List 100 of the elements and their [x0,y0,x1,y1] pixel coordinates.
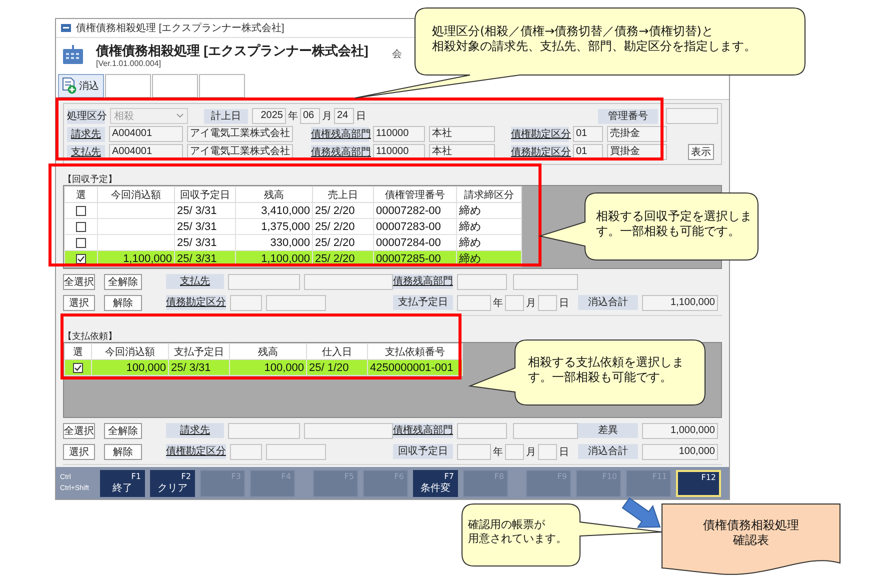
action-button[interactable]: 選択 [63,294,95,310]
table-header: 選 [64,186,98,202]
checkbox[interactable] [73,362,83,372]
table-header: 売上日 [312,186,374,202]
action-button[interactable]: 全選択 [63,274,95,290]
version-label: [Ver.1.01.000.004] [96,59,162,68]
input-field[interactable] [457,444,491,460]
function-key[interactable]: F12 [676,470,721,496]
input-field[interactable] [512,274,578,290]
checkbox[interactable] [76,206,86,216]
callout-text: 相殺する回収予定を選択します。一部相殺も可能です。 [596,209,753,239]
table-cell: 締め [456,218,522,234]
lookup-link[interactable]: 債権勘定区分 [166,444,226,459]
input-field[interactable]: 24 [334,108,354,124]
input-field[interactable] [512,422,578,438]
input-field[interactable] [457,294,491,310]
table-header: 回収予定日 [174,186,236,202]
toolbar-button[interactable]: 消込 [58,74,104,98]
input-field[interactable] [230,294,262,310]
lookup-link[interactable]: 債権勘定区分 [511,126,569,142]
input-field[interactable]: 06 [300,108,320,124]
action-button[interactable]: 全解除 [104,422,142,438]
input-field[interactable]: A004001 [109,126,183,142]
field-label: 管理番号 [598,108,658,124]
input-field[interactable] [304,422,393,438]
lookup-link[interactable]: 請求先 [166,423,224,438]
input-field[interactable] [228,274,300,290]
callout-text: 確認用の帳票が [468,518,545,532]
table-cell: 1,375,000 [236,218,312,234]
table-cell: 100,000 [230,360,306,376]
unit-label: 月 [322,110,332,123]
table-row[interactable]: 25/ 3/31 1,375,000 25/ 2/20 00007283-00 締め [64,218,522,234]
unit-label: 月 [526,446,536,458]
table-cell: 25/ 1/20 [306,360,368,376]
action-button[interactable]: 全解除 [104,274,142,290]
function-key[interactable]: F7 条件変 [413,470,458,496]
input-field[interactable] [505,294,524,310]
input-field[interactable] [457,274,507,290]
table-cell: 00007282-00 [374,202,456,218]
input-field[interactable] [230,444,262,460]
input-field[interactable] [538,444,557,460]
checkbox[interactable] [76,254,86,264]
checkbox[interactable] [76,222,86,232]
callout-text: 処理区分(相殺／債権→債務切替／債務→債権切替)と [432,24,714,39]
field-label: 計上日 [204,108,248,124]
input-field[interactable]: 01 [573,126,603,142]
lookup-link[interactable]: 支払先 [166,274,224,289]
field-label: 差異 [578,423,638,438]
table-cell: 25/ 2/20 [312,202,374,218]
table-cell: 25/ 2/20 [312,218,374,234]
toolbar-button[interactable] [152,74,198,98]
table-header: 請求締区分 [456,186,522,202]
table-header: 今回消込額 [92,344,168,360]
input-field[interactable] [266,444,326,460]
app-icon [61,23,71,33]
input-field[interactable] [505,444,524,460]
action-button[interactable]: 全選択 [63,422,95,438]
unit-label: 日 [559,296,569,310]
table-row[interactable]: 25/ 3/31 3,410,000 25/ 2/20 00007282-00 締め [64,202,522,218]
input-field[interactable] [266,294,326,310]
input-field[interactable]: 100,000 [642,444,718,460]
input-field[interactable]: アイ電気工業株式会社 [187,126,293,142]
action-button[interactable]: 選択 [63,444,95,460]
function-key[interactable]: F1 終了 [100,470,145,496]
show-button[interactable]: 表示 [688,144,714,160]
table-header: 今回消込額 [98,186,174,202]
input-field[interactable] [304,274,393,290]
arrow-icon [622,497,661,528]
lookup-link[interactable]: 債務勘定区分 [166,295,226,310]
table-row[interactable]: 100,000 25/ 3/31 100,000 25/ 1/20 4250000001-001 [64,360,462,376]
input-field[interactable] [228,422,300,438]
action-button[interactable]: 解除 [104,294,142,310]
page-title: 債権債務相殺処理 [エクスプランナー株式会社] [96,42,370,59]
input-field[interactable] [538,294,557,310]
table-row[interactable]: 1,100,000 25/ 3/31 1,100,000 25/ 2/20 00007285-00 締め [64,250,522,266]
action-button[interactable]: 解除 [104,444,142,460]
lookup-link[interactable]: 債権残高部門 [393,423,453,438]
toolbar-button[interactable] [199,74,245,98]
toolbar-button[interactable] [105,74,151,98]
table-cell: 00007283-00 [374,218,456,234]
lookup-link[interactable]: 請求先 [67,126,105,142]
input-field[interactable] [666,108,718,124]
table-cell: 25/ 3/31 [174,218,236,234]
lookup-link[interactable]: 債権残高部門 [311,126,369,142]
callout-text: 相殺する支払依頼を選択します。一部相殺も可能です。 [528,355,685,385]
document-add-icon [61,77,77,94]
document-text: 確認表 [733,533,769,548]
input-field[interactable]: 本社 [429,126,495,142]
input-field[interactable] [457,422,507,438]
lookup-link[interactable]: 債務残高部門 [393,274,453,289]
function-key[interactable]: F2 クリア [150,470,195,496]
input-field[interactable]: 売掛金 [607,126,667,142]
input-field[interactable]: 110000 [373,126,425,142]
calculator-icon [62,45,84,65]
callout-text: 相殺対象の請求先、支払先、部門、勘定区分を指定します。 [432,39,756,54]
input-field[interactable]: 1,000,000 [642,422,718,438]
input-field[interactable]: 2025 [252,108,286,124]
table-header: 債権管理番号 [374,186,456,202]
input-field[interactable]: 1,100,000 [642,294,718,310]
checkbox[interactable] [76,238,86,248]
